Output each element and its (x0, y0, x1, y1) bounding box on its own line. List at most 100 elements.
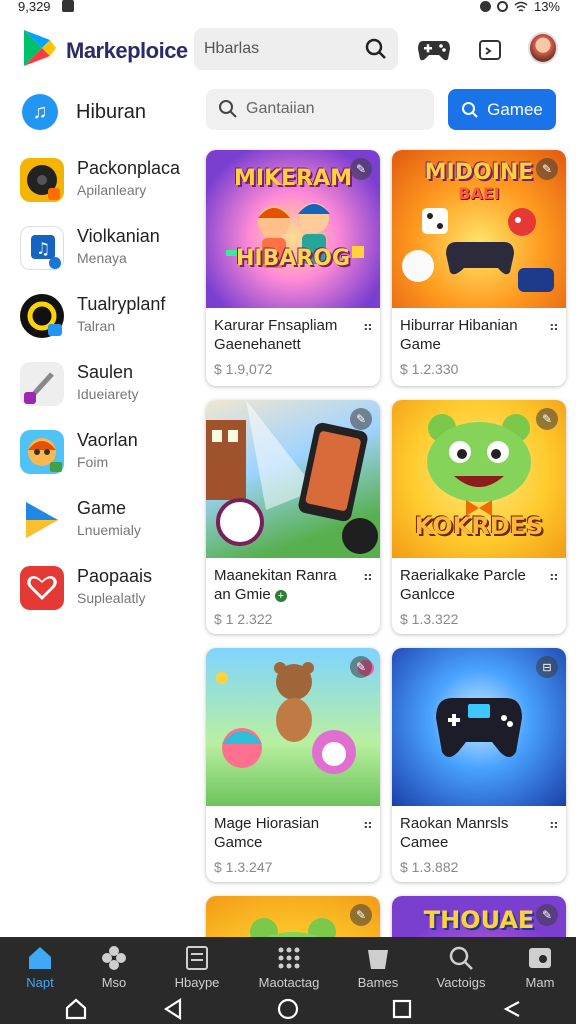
sidebar-header[interactable]: ♫ Hiburan (22, 94, 146, 130)
wishlist-icon[interactable]: ✎ (536, 408, 558, 430)
sidebar-item-subtitle: Foim (77, 454, 109, 470)
wishlist-icon[interactable]: ✎ (536, 158, 558, 180)
wishlist-icon[interactable]: ⊟ (536, 656, 558, 678)
nav-item-bames[interactable]: Bames (338, 937, 418, 995)
games-button[interactable]: Gamee (448, 89, 556, 130)
nav-item-label: Hbaype (174, 975, 220, 990)
nav-item-maotactag[interactable]: Maotactag (249, 937, 329, 995)
wishlist-icon[interactable]: ✎ (350, 158, 372, 180)
search-icon (219, 100, 237, 118)
alarm-icon (479, 1, 491, 12)
game-card-title: Maanekitan Ranra an Gmie + (214, 566, 354, 604)
nav-item-mam[interactable]: Mam (500, 937, 576, 995)
status-icons: 13% (479, 0, 560, 14)
more-options-icon[interactable]: ⠶ (363, 318, 373, 335)
search-icon (449, 946, 473, 970)
avatar[interactable] (528, 32, 558, 64)
music-app-icon (20, 294, 64, 338)
location-icon (496, 1, 508, 12)
game-card-price: $ 1.9,072 (214, 361, 273, 377)
gamepad-button[interactable] (416, 32, 452, 68)
notification-icon (62, 0, 74, 12)
game-card[interactable]: ⊟ Raokan Manrsls Camee ⠶ $ 1.3.882 (392, 648, 566, 882)
sidebar-item-title: Saulen (77, 362, 134, 382)
home-circle-icon[interactable] (276, 998, 300, 1020)
game-art-title: KOKRDES (414, 512, 544, 540)
nav-item-hbaype[interactable]: Hbaype (157, 937, 237, 995)
wifi-icon (514, 1, 528, 12)
category-sidebar: ♫ Hiburan Packonplaca Apilanleary ♫ Viol… (0, 86, 190, 936)
sidebar-item-packonplaca[interactable]: Packonplaca Apilanleary (20, 154, 190, 210)
game-art-subtitle: HIBAROG (235, 246, 351, 271)
nav-item-label: Mam (525, 975, 555, 990)
sidebar-item-saulen[interactable]: Saulen Idueiarety (20, 358, 190, 414)
nav-item-vactoigs[interactable]: Vactoigs (421, 937, 501, 995)
more-options-icon[interactable]: ⠶ (549, 318, 559, 335)
chevron-down-icon[interactable] (500, 998, 524, 1020)
library-button[interactable] (472, 32, 508, 68)
wishlist-icon[interactable]: ✎ (350, 904, 372, 926)
nav-item-label: Bames (357, 975, 399, 990)
wishlist-icon[interactable]: ✎ (350, 656, 372, 678)
search-icon (462, 101, 478, 118)
play-logo-icon (24, 30, 56, 66)
nav-item-label: Napt (26, 975, 54, 990)
status-bar: 9,329 13% (0, 0, 576, 16)
sidebar-item-subtitle: Lnuemialy (77, 522, 141, 538)
sidebar-item-subtitle: Apilanleary (77, 182, 147, 198)
sidebar-item-paopaais[interactable]: Paopaais Suplealatly (20, 562, 190, 618)
status-time: 9,329 (18, 0, 51, 14)
svg-text:♫: ♫ (36, 239, 50, 258)
more-options-icon[interactable]: ⠶ (363, 816, 373, 833)
home-outline-icon[interactable] (64, 998, 88, 1020)
more-options-icon[interactable]: ⠶ (363, 568, 373, 585)
add-icon: + (274, 590, 287, 602)
nav-item-label: Vactoigs (436, 975, 486, 990)
game-card[interactable]: ✎ Mage Hiorasian Gamce ⠶ $ 1.3.247 (206, 648, 380, 882)
sidebar-item-subtitle: Idueiarety (77, 386, 139, 402)
app-brand: Markeploice (66, 38, 188, 63)
more-options-icon[interactable]: ⠶ (549, 816, 559, 833)
sidebar-item-title: Violkanian (77, 226, 160, 246)
nav-item-mso[interactable]: Mso (74, 937, 154, 995)
music-note-icon: ♫ (22, 94, 58, 130)
sidebar-item-tualryplanf[interactable]: Tualryplanf Talran (20, 290, 190, 346)
sidebar-item-subtitle: Suplealatly (77, 590, 146, 606)
main-search-field[interactable]: Gantaiian (206, 89, 434, 130)
sidebar-item-subtitle: Menaya (77, 250, 127, 266)
battery-level: 13% (533, 0, 560, 14)
search-icon[interactable] (364, 37, 388, 61)
sidebar-item-title: Paopaais (77, 566, 153, 586)
nav-item-label: Mso (101, 975, 127, 990)
game-card[interactable]: MIKERAM HIBAROG ✎ Karurar Fnsapliam Gaen… (206, 150, 380, 386)
asterisk-icon (102, 946, 126, 970)
image-icon (529, 948, 551, 968)
vinyl-app-icon (20, 158, 64, 202)
games-button-label: Gamee (487, 99, 543, 119)
gamepad-icon (418, 41, 450, 61)
more-options-icon[interactable]: ⠶ (549, 568, 559, 585)
wishlist-icon[interactable]: ✎ (350, 408, 372, 430)
sidebar-item-vaorlan[interactable]: Vaorlan Foim (20, 426, 190, 482)
game-card-title: Raokan Manrsls Camee (400, 815, 509, 851)
sidebar-item-violkanian[interactable]: ♫ Violkanian Menaya (20, 222, 190, 278)
game-card-title: Raerialkake Parcle Ganlcce (400, 567, 526, 603)
main-search-placeholder: Gantaiian (246, 100, 315, 117)
play-icon (20, 498, 64, 542)
sidebar-header-label: Hiburan (76, 100, 147, 123)
heart-icon (20, 566, 64, 610)
recents-icon[interactable] (390, 998, 414, 1020)
game-card[interactable]: KOKRDES ✎ Raerialkake Parcle Ganlcce ⠶ $… (392, 400, 566, 634)
nav-item-home[interactable]: Napt (0, 937, 80, 995)
game-card-title: Karurar Fnsapliam Gaenehanett (214, 317, 338, 353)
sidebar-item-game[interactable]: Game Lnuemialy (20, 494, 190, 550)
back-icon[interactable] (162, 998, 186, 1020)
wishlist-icon[interactable]: ✎ (536, 904, 558, 926)
game-card-title: Mage Hiorasian Gamce (214, 815, 320, 851)
grid-icon (278, 947, 300, 969)
header-search-field[interactable]: Hbarlas (194, 28, 398, 70)
game-card[interactable]: MIDOINE BAEI ✎ Hiburrar Hibanian Game ⠶ … (392, 150, 566, 386)
sidebar-item-title: Tualryplanf (77, 294, 166, 314)
game-card-price: $ 1.3.247 (214, 859, 273, 875)
game-card[interactable]: ✎ Maanekitan Ranra an Gmie + ⠶ $ 1 2.322 (206, 400, 380, 634)
